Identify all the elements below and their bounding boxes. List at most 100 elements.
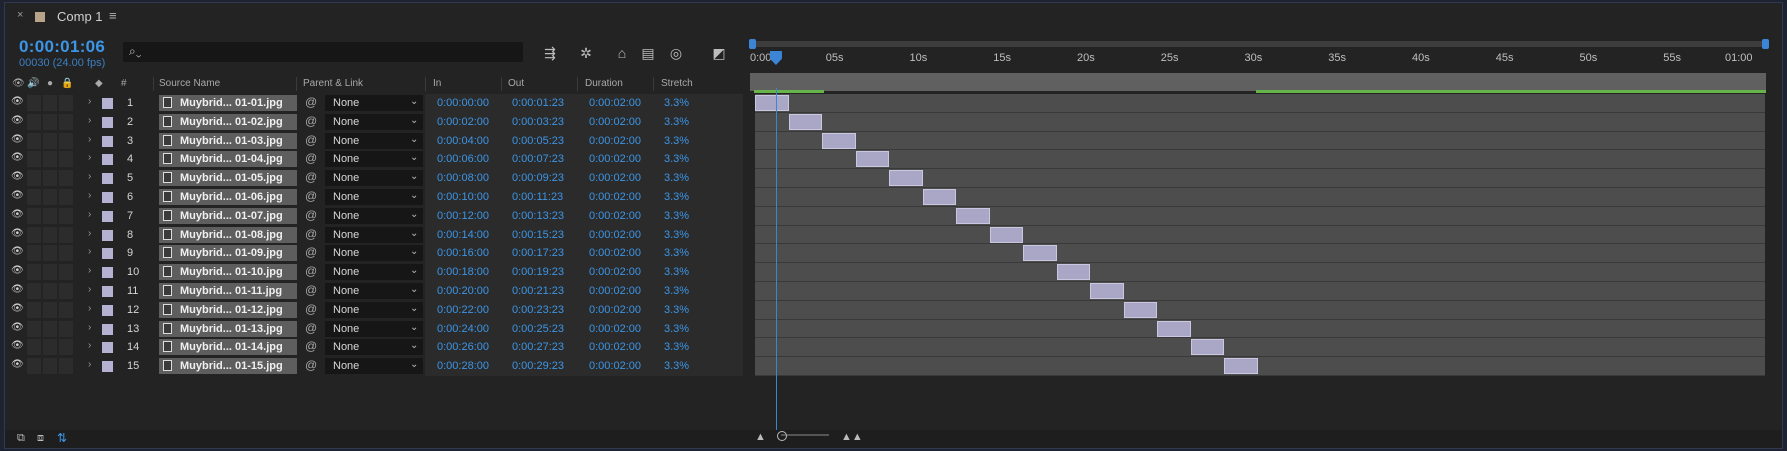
expand-arrow-icon[interactable]: › [88, 284, 91, 295]
layer-stretch[interactable]: 3.3% [664, 116, 689, 128]
solo-switch[interactable] [43, 320, 57, 337]
audio-switch[interactable] [27, 170, 41, 187]
solo-switch[interactable] [43, 245, 57, 262]
expand-arrow-icon[interactable]: › [88, 115, 91, 126]
transfer-controls-toggle-icon[interactable]: ⧈ [37, 432, 44, 445]
lock-switch[interactable] [59, 207, 73, 224]
solo-switch[interactable] [43, 339, 57, 356]
layer-duration[interactable]: 0:00:02:00 [589, 210, 641, 222]
layer-in-time[interactable]: 0:00:06:00 [437, 153, 489, 165]
lock-switch[interactable] [59, 245, 73, 262]
zoom-slider-track[interactable] [781, 434, 829, 436]
pickwhip-icon[interactable]: @ [305, 339, 317, 353]
chevron-down-icon[interactable]: ⌄ [410, 209, 418, 220]
shy-layers-icon[interactable]: ⌂ [611, 43, 633, 63]
solo-switch[interactable] [43, 301, 57, 318]
layer-duration[interactable]: 0:00:02:00 [589, 116, 641, 128]
eye-icon[interactable]: 👁 [11, 190, 25, 201]
layer-stretch[interactable]: 3.3% [664, 360, 689, 372]
eye-icon[interactable]: 👁 [11, 152, 25, 163]
audio-switch[interactable] [27, 151, 41, 168]
layer-out-time[interactable]: 0:00:03:23 [512, 116, 564, 128]
expand-arrow-icon[interactable]: › [88, 303, 91, 314]
layer-duration[interactable]: 0:00:02:00 [589, 153, 641, 165]
chevron-down-icon[interactable]: ⌄ [410, 265, 418, 276]
audio-column-icon[interactable]: 🔊 [27, 78, 39, 89]
lock-switch[interactable] [59, 264, 73, 281]
layer-duration-bar[interactable] [788, 113, 822, 130]
eye-column-icon[interactable]: 👁 [12, 78, 25, 89]
expand-arrow-icon[interactable]: › [88, 96, 91, 107]
layer-duration-bar[interactable] [1056, 264, 1090, 281]
audio-switch[interactable] [27, 264, 41, 281]
graph-editor-icon[interactable]: ◩ [708, 43, 730, 63]
solo-switch[interactable] [43, 207, 57, 224]
parent-column-header[interactable]: Parent & Link [303, 78, 363, 89]
time-ruler[interactable]: 0:00s 05s 10s 15s 20s 25s 30s 35s 40s 45s 50s 55s 01… [750, 52, 1766, 69]
layer-row[interactable]: 👁 › 3 Muybrid... 01-03.jpg @ None ⌄ 0:00… [5, 131, 743, 151]
layer-out-time[interactable]: 0:00:25:23 [512, 323, 564, 335]
layer-out-time[interactable]: 0:00:13:23 [512, 210, 564, 222]
search-input[interactable]: ⌕⌄ [123, 42, 523, 62]
label-column-icon[interactable]: ◆ [95, 78, 103, 89]
layer-duration-bar[interactable] [822, 132, 856, 149]
composition-flowchart-icon[interactable]: ⇶ [539, 43, 561, 63]
audio-switch[interactable] [27, 301, 41, 318]
layer-stretch[interactable]: 3.3% [664, 229, 689, 241]
chevron-down-icon[interactable]: ⌄ [410, 171, 418, 182]
lock-switch[interactable] [59, 339, 73, 356]
layer-stretch[interactable]: 3.3% [664, 285, 689, 297]
audio-switch[interactable] [27, 188, 41, 205]
layer-duration-bar[interactable] [855, 151, 889, 168]
pickwhip-icon[interactable]: @ [305, 170, 317, 184]
eye-icon[interactable]: 👁 [11, 115, 25, 126]
layer-stretch[interactable]: 3.3% [664, 135, 689, 147]
lock-switch[interactable] [59, 282, 73, 299]
layer-duration-bar[interactable] [922, 189, 956, 205]
layer-row[interactable]: 👁 › 13 Muybrid... 01-13.jpg @ None ⌄ 0:0… [5, 319, 743, 339]
layer-in-time[interactable]: 0:00:22:00 [437, 304, 489, 316]
eye-icon[interactable]: 👁 [11, 322, 25, 333]
layer-in-time[interactable]: 0:00:04:00 [437, 135, 489, 147]
layer-source-name[interactable]: Muybrid... 01-08.jpg [180, 229, 283, 241]
layer-row[interactable]: 👁 › 9 Muybrid... 01-09.jpg @ None ⌄ 0:00… [5, 244, 743, 264]
lock-column-icon[interactable]: 🔒 [61, 78, 73, 89]
zoom-slider-handle[interactable] [777, 431, 787, 441]
eye-icon[interactable]: 👁 [11, 209, 25, 220]
layer-row[interactable]: 👁 › 11 Muybrid... 01-11.jpg @ None ⌄ 0:0… [5, 281, 743, 301]
layer-duration[interactable]: 0:00:02:00 [589, 172, 641, 184]
layer-stretch[interactable]: 3.3% [664, 153, 689, 165]
layer-row[interactable]: 👁 › 2 Muybrid... 01-02.jpg @ None ⌄ 0:00… [5, 112, 743, 132]
solo-switch[interactable] [43, 226, 57, 243]
layer-out-time[interactable]: 0:00:21:23 [512, 285, 564, 297]
pickwhip-icon[interactable]: @ [305, 245, 317, 259]
pickwhip-icon[interactable]: @ [305, 114, 317, 128]
layer-row[interactable]: 👁 › 7 Muybrid... 01-07.jpg @ None ⌄ 0:00… [5, 206, 743, 226]
solo-switch[interactable] [43, 170, 57, 187]
audio-switch[interactable] [27, 358, 41, 375]
layer-stretch[interactable]: 3.3% [664, 97, 689, 109]
work-area-bar[interactable] [750, 73, 1766, 91]
layer-duration[interactable]: 0:00:02:00 [589, 247, 641, 259]
layer-in-time[interactable]: 0:00:16:00 [437, 247, 489, 259]
pickwhip-icon[interactable]: @ [305, 227, 317, 241]
layer-in-time[interactable]: 0:00:02:00 [437, 116, 489, 128]
audio-switch[interactable] [27, 207, 41, 224]
layer-duration[interactable]: 0:00:02:00 [589, 135, 641, 147]
eye-icon[interactable]: 👁 [11, 246, 25, 257]
layer-source-name[interactable]: Muybrid... 01-06.jpg [180, 191, 283, 203]
expand-arrow-icon[interactable]: › [88, 340, 91, 351]
expand-arrow-icon[interactable]: › [88, 134, 91, 145]
lock-switch[interactable] [59, 188, 73, 205]
expand-arrow-icon[interactable]: › [88, 171, 91, 182]
audio-switch[interactable] [27, 226, 41, 243]
layer-out-time[interactable]: 0:00:07:23 [512, 153, 564, 165]
lock-switch[interactable] [59, 301, 73, 318]
pickwhip-icon[interactable]: @ [305, 358, 317, 372]
layer-duration[interactable]: 0:00:02:00 [589, 191, 641, 203]
layer-in-time[interactable]: 0:00:24:00 [437, 323, 489, 335]
audio-switch[interactable] [27, 282, 41, 299]
label-color[interactable] [102, 210, 113, 222]
chevron-down-icon[interactable]: ⌄ [410, 152, 418, 163]
layer-stretch[interactable]: 3.3% [664, 210, 689, 222]
